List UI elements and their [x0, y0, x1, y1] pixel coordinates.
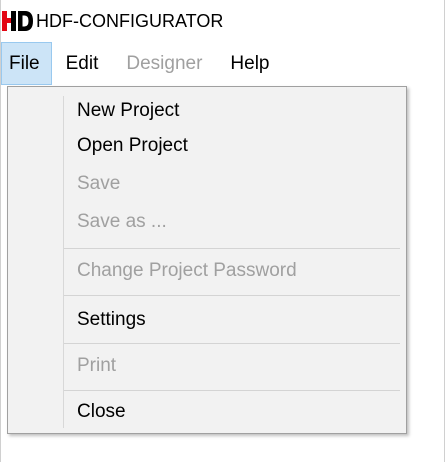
menu-designer: Designer: [126, 52, 203, 74]
menu-separator: [64, 248, 400, 249]
title-bar: HDF-CONFIGURATOR: [1, 0, 444, 42]
app-window: HDF-CONFIGURATOR File Edit Designer Help…: [0, 0, 445, 462]
hd-logo: [2, 10, 34, 32]
menu-item-new-project[interactable]: New Project: [10, 94, 404, 128]
menu-item-change-password: Change Project Password: [77, 260, 297, 281]
menu-edit[interactable]: Edit: [52, 42, 113, 85]
file-menu-dropdown: New Project Open Project Save Save as ..…: [7, 86, 407, 434]
menu-separator: [64, 295, 400, 296]
menu-bar: File Edit Designer Help: [1, 42, 444, 85]
menu-item-print: Print: [77, 355, 117, 376]
menu-file[interactable]: File: [1, 42, 52, 85]
menu-help[interactable]: Help: [216, 42, 283, 85]
menu-item-save: Save: [77, 173, 121, 194]
menu-item-open-project[interactable]: Open Project: [10, 129, 404, 163]
menu-separator: [64, 343, 400, 344]
menu-item-settings[interactable]: Settings: [10, 303, 404, 337]
menu-item-close[interactable]: Close: [10, 395, 404, 429]
menu-item-save-as: Save as ...: [77, 211, 167, 232]
menu-separator: [64, 390, 400, 391]
app-title: HDF-CONFIGURATOR: [36, 10, 224, 31]
